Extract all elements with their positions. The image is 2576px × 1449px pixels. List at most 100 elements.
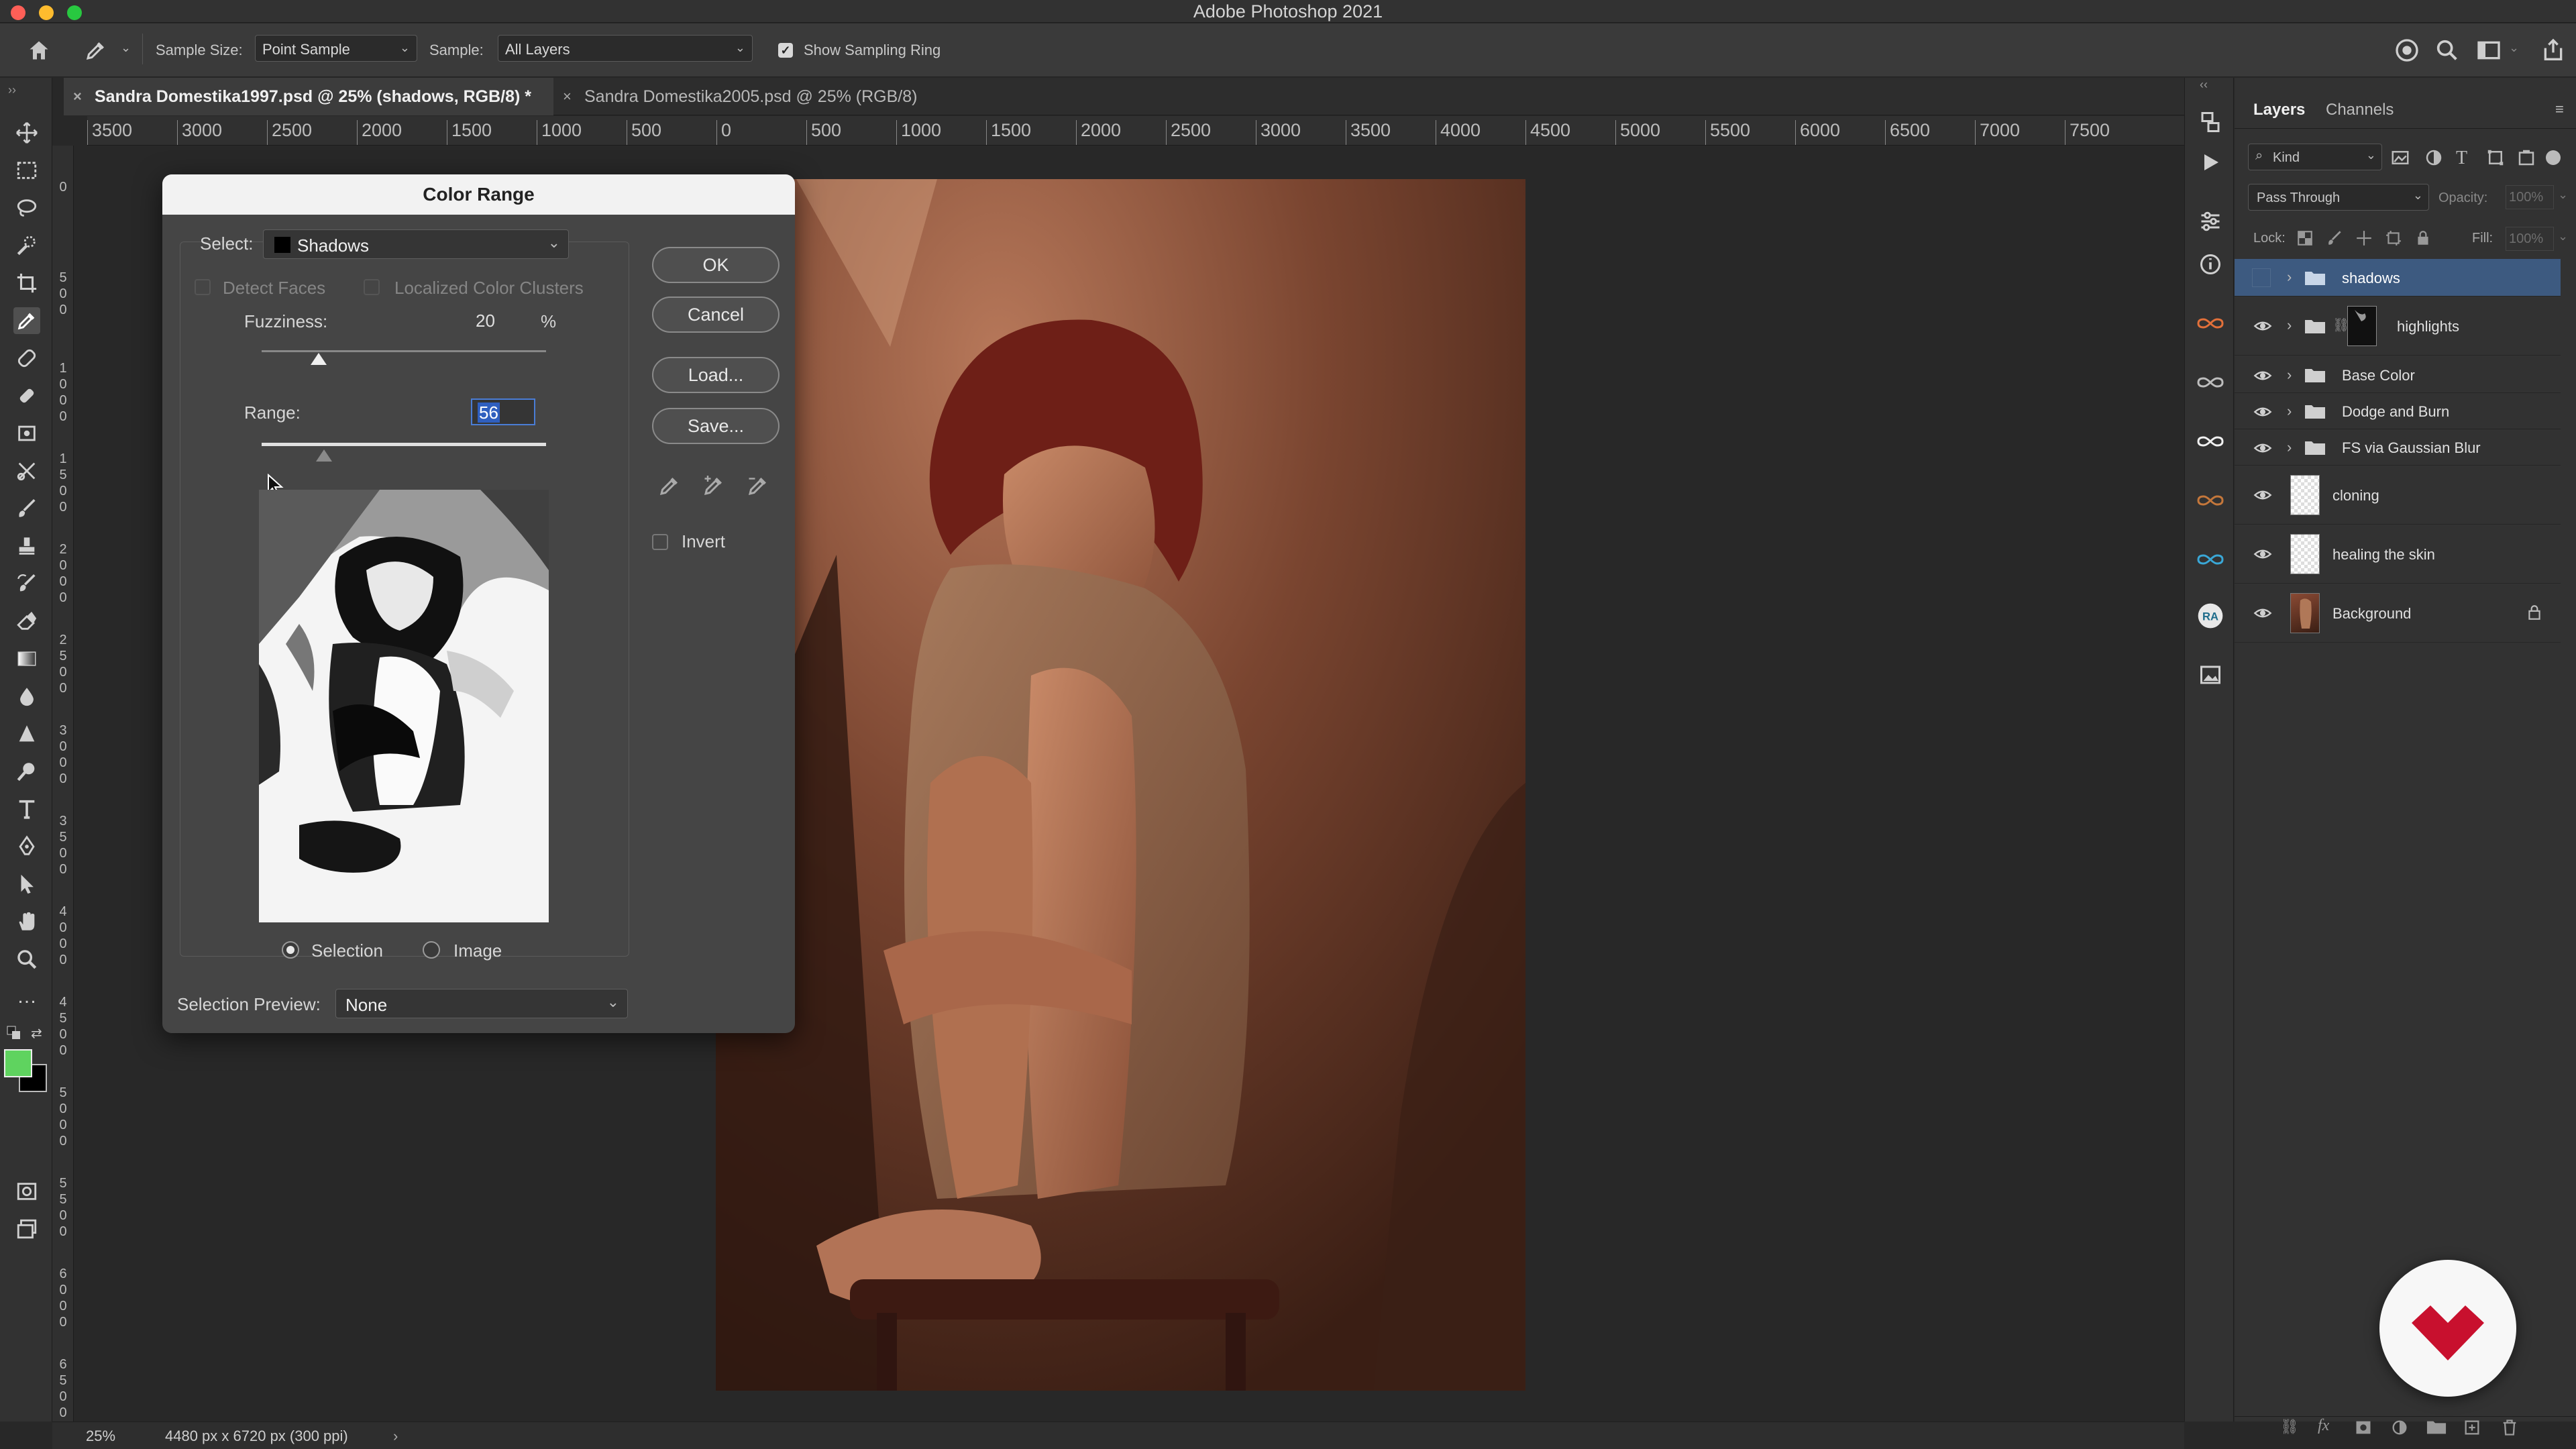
search-icon[interactable] (2434, 37, 2461, 64)
gradient-tool-icon[interactable] (13, 645, 40, 672)
filter-adjustment-icon[interactable] (2424, 148, 2444, 168)
history-panel-icon[interactable] (2197, 109, 2224, 136)
default-colors-icon[interactable] (7, 1026, 21, 1040)
chevron-right-icon[interactable]: › (2287, 439, 2292, 456)
tab-document-2005[interactable]: × Sandra Domestika2005.psd @ 25% (RGB/8) (553, 78, 1010, 115)
opacity-input[interactable]: 100% (2506, 185, 2554, 209)
lock-transparent-icon[interactable] (2296, 229, 2314, 247)
layer-thumbnail[interactable] (2290, 534, 2320, 574)
dodge-tool-icon[interactable] (13, 720, 40, 747)
layer-row-cloning[interactable]: cloning (2235, 466, 2561, 525)
layer-row-highlights[interactable]: › ⛓ highlights (2235, 298, 2561, 356)
pen-tool-icon[interactable] (13, 833, 40, 860)
eye-icon[interactable] (2253, 317, 2272, 335)
trash-icon[interactable] (2500, 1418, 2520, 1438)
eye-icon[interactable] (2253, 486, 2272, 504)
history-brush-tool-icon[interactable] (13, 570, 40, 597)
eyedropper-plus-icon[interactable] (702, 474, 726, 498)
screen-mode-icon[interactable] (13, 1216, 40, 1242)
learn-icon[interactable] (2394, 37, 2420, 64)
blend-mode-select[interactable]: Pass Through ⌄ (2248, 184, 2429, 211)
close-tab-icon[interactable]: × (73, 78, 82, 115)
chevron-right-icon[interactable]: › (2287, 317, 2292, 334)
filter-pixel-icon[interactable] (2390, 148, 2410, 168)
path-selection-tool-icon[interactable] (13, 871, 40, 898)
layer-mask-thumbnail[interactable] (2347, 306, 2377, 346)
eyedropper-tool-preset-icon[interactable] (84, 38, 108, 62)
image-radio[interactable] (423, 941, 440, 959)
plugin-infinity-white-icon[interactable] (2197, 428, 2224, 455)
collapse-icon[interactable]: ›› (8, 83, 16, 97)
sample-size-select[interactable]: Point Sample ⌄ (255, 35, 417, 62)
sample-select[interactable]: All Layers ⌄ (498, 35, 753, 62)
cancel-button[interactable]: Cancel (652, 297, 780, 333)
layer-row-healing-the-skin[interactable]: healing the skin (2235, 525, 2561, 584)
blur-tool-icon[interactable] (13, 683, 40, 710)
new-group-icon[interactable] (2426, 1418, 2447, 1438)
adjustment-layer-icon[interactable] (2390, 1418, 2410, 1438)
chevron-right-icon[interactable]: › (393, 1428, 398, 1445)
layer-row-background[interactable]: Background (2235, 584, 2561, 643)
fx-icon[interactable]: fx (2318, 1417, 2338, 1437)
plugin-infinity-orange-icon[interactable] (2197, 310, 2224, 337)
layer-row-fs-via-gaussian-blur[interactable]: › FS via Gaussian Blur (2235, 429, 2561, 466)
stamp-tool-icon[interactable] (13, 420, 40, 447)
eraser-tool-icon[interactable] (13, 608, 40, 635)
filter-shape-icon[interactable] (2485, 148, 2506, 168)
chevron-right-icon[interactable]: › (2287, 268, 2292, 286)
range-input[interactable]: 56 (471, 398, 535, 425)
content-aware-move-tool-icon[interactable] (13, 458, 40, 484)
hand-tool-icon[interactable] (13, 908, 40, 935)
invert-checkbox[interactable] (652, 534, 668, 550)
lock-artboard-icon[interactable] (2385, 229, 2402, 247)
eye-icon[interactable] (2253, 402, 2272, 421)
share-icon[interactable] (2540, 37, 2567, 64)
chevron-right-icon[interactable]: › (2287, 402, 2292, 420)
brush-tool-icon[interactable] (13, 495, 40, 522)
chevron-down-icon[interactable]: ⌄ (2509, 41, 2519, 55)
new-layer-icon[interactable] (2463, 1418, 2483, 1438)
move-tool-icon[interactable] (13, 119, 40, 146)
chevron-down-icon[interactable]: ⌄ (2558, 188, 2568, 202)
workspace-icon[interactable] (2475, 37, 2502, 64)
plugin-infinity-amber-icon[interactable] (2197, 487, 2224, 514)
eye-icon[interactable] (2253, 545, 2272, 564)
layer-row-shadows[interactable]: › shadows (2235, 259, 2561, 297)
ok-button[interactable]: OK (652, 247, 780, 283)
image-panel-icon[interactable] (2197, 661, 2224, 688)
quick-selection-tool-icon[interactable] (13, 232, 40, 259)
fuzziness-input[interactable]: 20 (470, 307, 526, 334)
clone-stamp-tool-icon[interactable] (13, 533, 40, 559)
layer-row-dodge-and-burn[interactable]: › Dodge and Burn (2235, 393, 2561, 429)
tab-channels[interactable]: Channels (2326, 91, 2394, 129)
range-slider-thumb[interactable] (316, 449, 333, 462)
lock-all-icon[interactable] (2414, 229, 2432, 247)
lock-image-icon[interactable] (2326, 229, 2343, 247)
retouch-academy-icon[interactable]: RA (2197, 602, 2224, 629)
save-button[interactable]: Save... (652, 408, 780, 444)
selection-preview-image[interactable] (259, 490, 549, 922)
lock-position-icon[interactable] (2355, 229, 2373, 247)
filter-toggle-icon[interactable] (2546, 150, 2561, 165)
eye-icon[interactable] (2253, 604, 2272, 623)
fill-input[interactable]: 100% (2506, 227, 2554, 251)
link-layers-icon[interactable]: ⛓ (2280, 1418, 2300, 1438)
tab-layers[interactable]: Layers (2253, 91, 2305, 129)
foreground-color-swatch[interactable] (4, 1049, 32, 1077)
chain-link-icon[interactable]: ⛓ (2332, 317, 2349, 335)
collapse-icon[interactable]: ‹‹ (2200, 78, 2208, 92)
show-sampling-ring-checkbox[interactable]: ✓ (778, 43, 793, 58)
more-tools-icon[interactable]: … (13, 983, 40, 1010)
patch-tool-icon[interactable] (13, 382, 40, 409)
tab-document-1997[interactable]: × Sandra Domestika1997.psd @ 25% (shadow… (64, 78, 553, 115)
layer-row-base-color[interactable]: › Base Color (2235, 357, 2561, 393)
selection-preview-select[interactable]: None ⌄ (335, 989, 628, 1018)
visibility-toggle-empty[interactable] (2252, 268, 2271, 287)
zoom-level[interactable]: 25% (86, 1428, 115, 1445)
eye-icon[interactable] (2253, 366, 2272, 385)
burn-tool-icon[interactable] (13, 758, 40, 785)
zoom-tool-icon[interactable] (13, 946, 40, 973)
layer-thumbnail[interactable] (2290, 475, 2320, 515)
plugin-infinity-blue-icon[interactable] (2197, 546, 2224, 573)
eye-icon[interactable] (2253, 439, 2272, 458)
